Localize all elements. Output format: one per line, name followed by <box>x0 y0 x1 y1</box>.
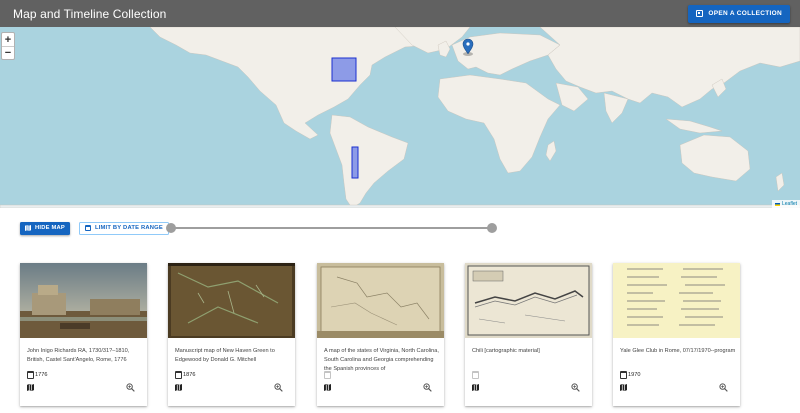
map-icon[interactable] <box>324 384 331 391</box>
card-date-value: 1876 <box>183 372 196 378</box>
card-date: 1970 <box>620 371 640 379</box>
card-thumbnail[interactable] <box>20 263 147 338</box>
collection-card[interactable]: Chili [cartographic material] <box>465 263 592 406</box>
collection-card[interactable]: John Inigo Richards RA, 1730/31?–1810, B… <box>20 263 147 406</box>
card-date <box>324 371 331 379</box>
date-range-slider[interactable] <box>166 223 497 233</box>
map-controls: HIDE MAP LIMIT BY DATE RANGE <box>20 221 169 235</box>
app-bar: Map and Timeline Collection OPEN A COLLE… <box>0 0 800 27</box>
map-pin-icon[interactable] <box>462 38 474 56</box>
calendar-icon <box>84 225 91 231</box>
calendar-icon <box>620 371 627 379</box>
card-title: Manuscript map of New Haven Green to Edg… <box>175 348 275 363</box>
app-title: Map and Timeline Collection <box>13 6 167 21</box>
map-icon[interactable] <box>175 384 182 391</box>
card-title: A map of the states of Virginia, North C… <box>324 348 439 372</box>
calendar-icon <box>27 371 34 379</box>
calendar-icon <box>324 371 331 379</box>
zoom-in-icon[interactable] <box>719 383 728 392</box>
zoom-in-icon[interactable] <box>274 383 283 392</box>
calendar-icon <box>175 371 182 379</box>
card-date <box>472 371 479 379</box>
slider-start-handle[interactable] <box>166 223 176 233</box>
zoom-out-button[interactable]: − <box>2 46 14 59</box>
map-tiles <box>0 27 800 208</box>
map-attribution: Leaflet <box>771 200 800 208</box>
limit-by-date-label: LIMIT BY DATE RANGE <box>94 225 163 231</box>
flag-icon <box>774 202 780 206</box>
attribution-link[interactable]: Leaflet <box>782 201 797 207</box>
zoom-control: + − <box>1 32 15 60</box>
card-thumbnail[interactable] <box>613 263 740 338</box>
zoom-in-icon[interactable] <box>126 383 135 392</box>
card-thumbnail[interactable] <box>317 263 444 338</box>
map-icon <box>25 225 31 231</box>
zoom-in-icon[interactable] <box>423 383 432 392</box>
map-icon[interactable] <box>620 384 627 391</box>
card-thumbnail[interactable] <box>168 263 295 338</box>
hide-map-button[interactable]: HIDE MAP <box>20 221 70 235</box>
card-date-value: 1970 <box>628 372 641 378</box>
card-date: 1776 <box>27 371 47 379</box>
card-title: Yale Glee Club in Rome, 07/17/1970--prog… <box>620 348 736 354</box>
limit-by-date-button[interactable]: LIMIT BY DATE RANGE <box>78 221 169 235</box>
calendar-icon <box>472 371 479 379</box>
slider-end-handle[interactable] <box>487 223 497 233</box>
collection-card[interactable]: Manuscript map of New Haven Green to Edg… <box>168 263 295 406</box>
collection-icon <box>696 10 704 17</box>
map-icon[interactable] <box>472 384 479 391</box>
open-collection-button[interactable]: OPEN A COLLECTION <box>688 4 790 23</box>
world-map[interactable]: + − Leaflet <box>0 27 800 208</box>
map-icon[interactable] <box>27 384 34 391</box>
zoom-in-button[interactable]: + <box>2 33 14 46</box>
zoom-in-icon[interactable] <box>571 383 580 392</box>
open-collection-label: OPEN A COLLECTION <box>708 10 782 17</box>
collection-card[interactable]: A map of the states of Virginia, North C… <box>317 263 444 406</box>
card-title: John Inigo Richards RA, 1730/31?–1810, B… <box>27 348 130 363</box>
hide-map-label: HIDE MAP <box>35 225 65 231</box>
collection-card[interactable]: Yale Glee Club in Rome, 07/17/1970--prog… <box>613 263 740 406</box>
card-date: 1876 <box>175 371 195 379</box>
card-date-value: 1776 <box>35 372 48 378</box>
card-thumbnail[interactable] <box>465 263 592 338</box>
card-title: Chili [cartographic material] <box>472 348 540 354</box>
